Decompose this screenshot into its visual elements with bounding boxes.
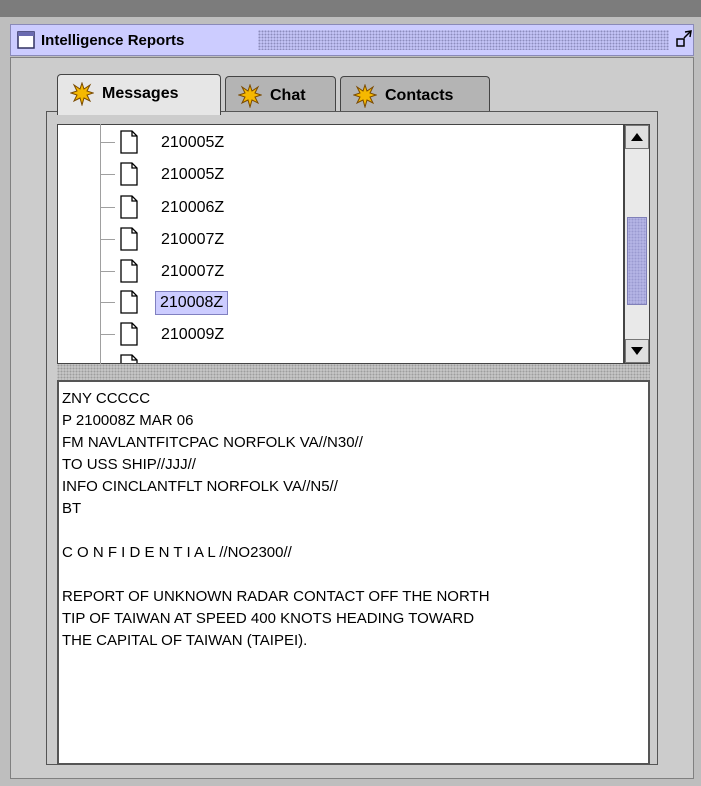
tree-item[interactable]: 210009Z: [101, 320, 501, 348]
tree-item[interactable]: 210007Z: [101, 257, 501, 285]
document-icon: [120, 162, 138, 186]
message-line: ZNY CCCCC: [62, 390, 151, 407]
tree-item[interactable]: 210005Z: [101, 128, 501, 156]
scroll-up-button[interactable]: [625, 125, 649, 149]
message-line: INFO CINCLANTFLT NORFOLK VA//N5//: [62, 478, 338, 495]
tree-item-label: 210007Z: [161, 263, 225, 280]
tree-item[interactable]: 210006Z: [101, 193, 501, 221]
tree-item-label: 210005Z: [161, 134, 225, 151]
document-icon: [120, 195, 138, 219]
tree-item-label: 210005Z: [161, 166, 225, 183]
tab-label: Chat: [270, 87, 306, 104]
arrow-up-icon: [631, 133, 643, 141]
tree-item-partial[interactable]: [101, 352, 501, 363]
message-line: THE CAPITAL OF TAIWAN (TAIPEI).: [62, 632, 308, 649]
document-icon: [120, 322, 138, 346]
window-title: Intelligence Reports: [41, 32, 185, 49]
star-burst-icon: [353, 84, 377, 108]
message-line: [59, 564, 648, 586]
window-title-bar[interactable]: Intelligence Reports: [10, 24, 694, 56]
star-burst-icon: [238, 84, 262, 108]
document-icon: [120, 259, 138, 283]
message-line: REPORT OF UNKNOWN RADAR CONTACT OFF THE …: [62, 588, 490, 605]
tab-messages[interactable]: Messages: [57, 74, 221, 115]
split-pane-divider[interactable]: [57, 364, 650, 380]
document-icon: [120, 354, 138, 363]
top-strip: [0, 0, 701, 17]
tab-chat[interactable]: Chat: [225, 76, 336, 114]
restore-icon[interactable]: [675, 28, 693, 52]
tab-label: Contacts: [385, 87, 454, 104]
message-line: TO USS SHIP//JJJ//: [62, 456, 196, 473]
star-burst-icon: [70, 82, 94, 106]
document-icon: [120, 227, 138, 251]
window-icon: [17, 31, 35, 49]
message-line: FM NAVLANTFITCPAC NORFOLK VA//N30//: [62, 434, 363, 451]
tree-item[interactable]: 210007Z: [101, 225, 501, 253]
tree-scrollbar[interactable]: [624, 124, 650, 364]
app-frame: Intelligence Reports Messages Chat Conta…: [0, 0, 701, 786]
message-line: C O N F I D E N T I A L //NO2300//: [62, 544, 292, 561]
message-line: BT: [62, 500, 82, 517]
scroll-thumb[interactable]: [627, 217, 647, 305]
tree-item-selected[interactable]: 210008Z: [101, 288, 501, 316]
tree-item-label: 210006Z: [161, 199, 225, 216]
tree-item-label: 210009Z: [161, 326, 225, 343]
tree-item-label: 210007Z: [161, 231, 225, 248]
message-line: [59, 520, 648, 542]
tab-contacts[interactable]: Contacts: [340, 76, 490, 114]
message-line: P 210008Z MAR 06: [62, 412, 194, 429]
tree-item-label: 210008Z: [155, 291, 229, 315]
scroll-down-button[interactable]: [625, 339, 649, 363]
document-icon: [120, 130, 138, 154]
title-bar-grip: [258, 30, 669, 50]
tree-item[interactable]: 210005Z: [101, 160, 501, 188]
document-icon: [120, 290, 138, 314]
message-line: TIP OF TAIWAN AT SPEED 400 KNOTS HEADING…: [62, 610, 475, 627]
tab-label: Messages: [102, 85, 179, 102]
message-text-area[interactable]: ZNY CCCCC P 210008Z MAR 06 FM NAVLANTFIT…: [57, 380, 650, 765]
arrow-down-icon: [631, 347, 643, 355]
